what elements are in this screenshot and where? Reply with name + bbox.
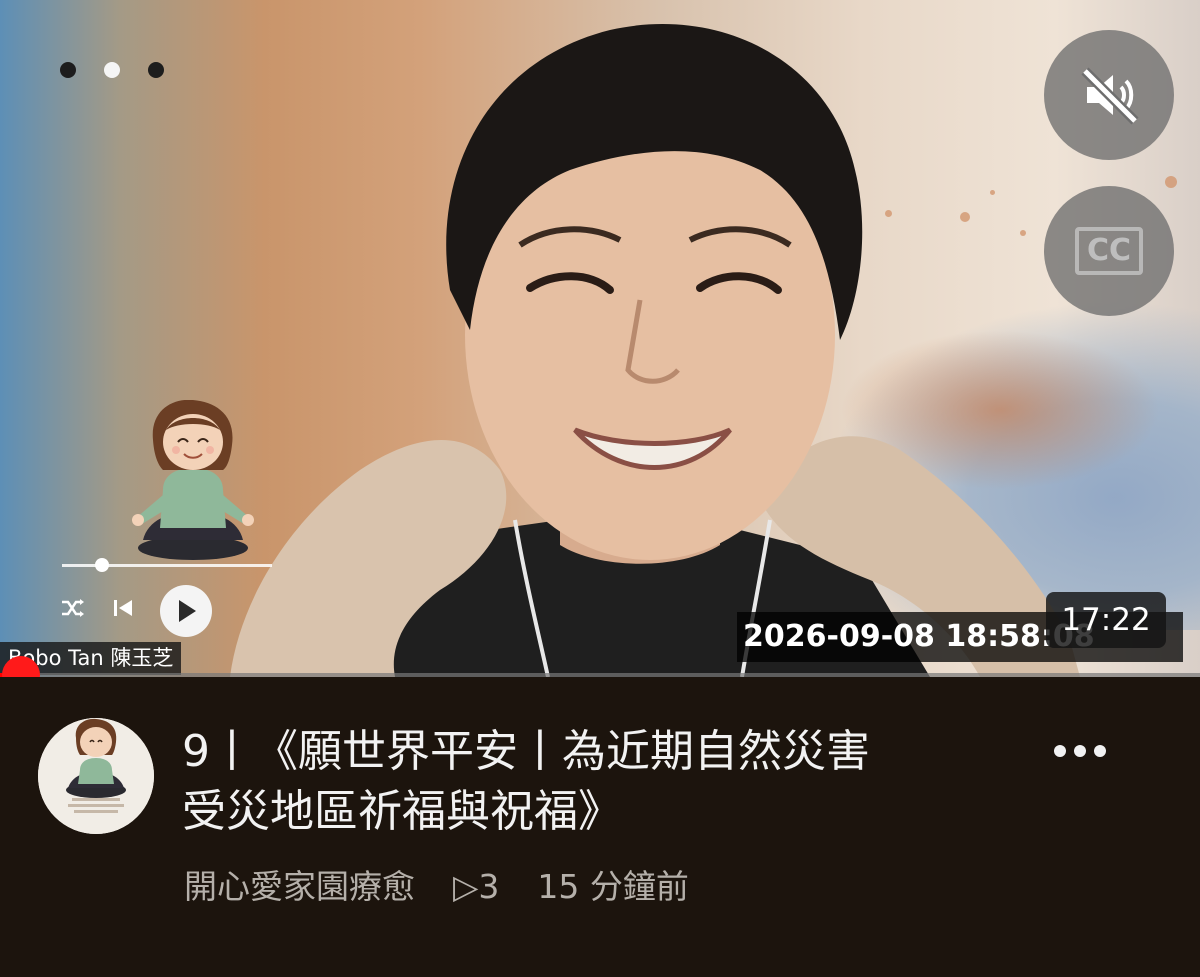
captions-button[interactable]: CC — [1044, 186, 1174, 316]
three-dots-icon — [60, 62, 164, 78]
video-title-line-2: 受災地區祈福與祝福》 — [182, 786, 622, 837]
meditation-illustration — [132, 400, 254, 560]
shuffle-icon[interactable] — [60, 597, 86, 625]
dot — [148, 62, 164, 78]
mini-player-progress-knob[interactable] — [95, 558, 109, 572]
presenter-image — [230, 24, 1080, 677]
video-player[interactable]: CC Bobo Tan 陳玉芝 2026-09-08 18:58:08 17:2… — [0, 0, 1200, 677]
video-meta: 開心愛家園療愈 ▷3 15 分鐘前 — [184, 862, 689, 912]
published-time: 15 分鐘前 — [537, 867, 689, 906]
mute-icon — [1081, 67, 1139, 125]
video-title-line-1: 9丨《願世界平安丨為近期自然災害 — [182, 726, 870, 777]
dot — [1094, 745, 1106, 757]
cc-icon: CC — [1074, 227, 1144, 275]
more-vert-icon[interactable] — [1054, 745, 1106, 757]
mini-player-controls — [60, 585, 212, 637]
channel-avatar[interactable] — [38, 718, 154, 834]
mute-button[interactable] — [1044, 30, 1174, 160]
dot — [60, 62, 76, 78]
dot — [1074, 745, 1086, 757]
dot — [1054, 745, 1066, 757]
dot — [104, 62, 120, 78]
video-duration: 17:22 — [1046, 592, 1166, 648]
video-title[interactable]: 9丨《願世界平安丨為近期自然災害 受災地區祈福與祝福》 — [182, 722, 1022, 842]
previous-icon[interactable] — [112, 597, 134, 625]
view-count: ▷3 — [453, 867, 500, 906]
play-icon — [179, 600, 196, 622]
mini-player-progress[interactable] — [62, 564, 272, 567]
play-button[interactable] — [160, 585, 212, 637]
channel-name[interactable]: 開心愛家園療愈 — [184, 862, 415, 912]
channel-avatar-illustration — [38, 718, 154, 834]
